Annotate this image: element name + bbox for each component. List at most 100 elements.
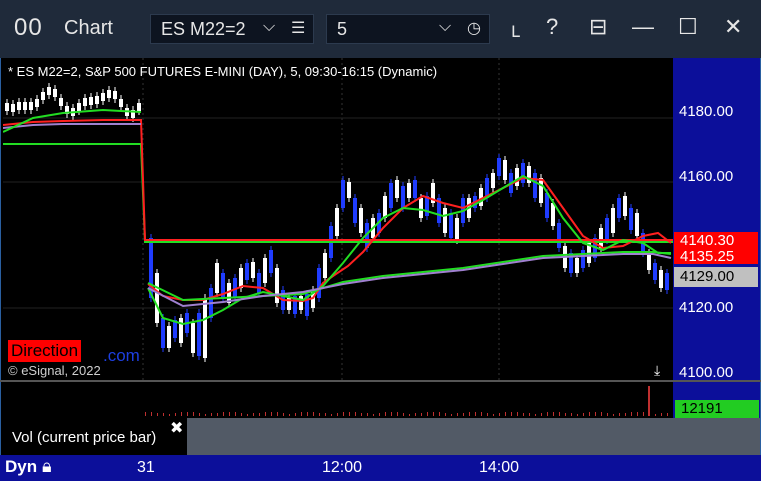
volume-bar bbox=[349, 412, 350, 416]
time-axis-label: 31 bbox=[137, 459, 155, 476]
volume-bar bbox=[343, 412, 344, 416]
close-study-icon[interactable]: ✖ bbox=[170, 418, 183, 438]
volume-bar bbox=[607, 413, 608, 416]
symbol-combo[interactable]: ES M22=2 ⌵ ☰ bbox=[150, 14, 314, 44]
link-icon[interactable]: ᒪ bbox=[511, 22, 520, 42]
price-chart[interactable] bbox=[2, 58, 673, 380]
volume-bar bbox=[325, 413, 326, 416]
volume-bar bbox=[619, 413, 620, 416]
list-icon[interactable]: ☰ bbox=[291, 18, 305, 38]
interval-combo[interactable]: 5 ⌵ ◷ bbox=[326, 14, 490, 44]
volume-bar bbox=[379, 413, 380, 416]
volume-bar bbox=[547, 412, 548, 416]
symbol-value: ES M22=2 bbox=[161, 19, 246, 39]
volume-bar bbox=[373, 414, 374, 416]
volume-label-panel: Vol (current price bar) ✖ bbox=[3, 418, 187, 455]
purple-line-left bbox=[2, 123, 141, 129]
volume-bar bbox=[157, 413, 158, 416]
volume-bar bbox=[211, 413, 212, 416]
volume-bar bbox=[661, 413, 662, 416]
close-icon[interactable]: ✕ bbox=[724, 14, 742, 40]
volume-bar bbox=[217, 413, 218, 416]
volume-bar bbox=[409, 414, 410, 416]
volume-bar bbox=[589, 412, 590, 416]
volume-bar bbox=[337, 413, 338, 416]
volume-bar bbox=[451, 414, 452, 416]
volume-bar bbox=[301, 412, 302, 416]
volume-bar bbox=[355, 412, 356, 416]
volume-bar bbox=[499, 413, 500, 416]
chart-description: * ES M22=2, S&P 500 FUTURES E-MINI (DAY)… bbox=[8, 64, 438, 79]
chevron-down-icon[interactable]: ⌵ bbox=[439, 18, 451, 36]
volume-bar bbox=[391, 412, 392, 416]
volume-bar bbox=[199, 413, 200, 416]
volume-value-tag: 12191 bbox=[675, 400, 759, 418]
volume-bar bbox=[469, 412, 470, 416]
volume-bar bbox=[295, 413, 296, 416]
volume-bar bbox=[535, 414, 536, 416]
volume-bar bbox=[247, 414, 248, 416]
volume-pane[interactable] bbox=[3, 382, 673, 418]
volume-bar bbox=[415, 413, 416, 416]
legend-panel bbox=[187, 418, 760, 455]
volume-bar bbox=[457, 413, 458, 416]
maximize-icon[interactable]: ☐ bbox=[678, 14, 698, 40]
volume-bar bbox=[397, 412, 398, 416]
price-axis-label: 4100.00 bbox=[679, 364, 734, 381]
volume-bar bbox=[403, 413, 404, 416]
lock-icon[interactable]: 🔒︎ bbox=[42, 456, 52, 477]
chevron-down-icon[interactable]: ⌵ bbox=[263, 18, 275, 36]
volume-bar bbox=[265, 412, 266, 416]
help-icon[interactable]: ? bbox=[546, 14, 558, 40]
volume-bar bbox=[289, 414, 290, 416]
time-axis-label: 14:00 bbox=[479, 459, 520, 476]
volume-bars bbox=[145, 386, 668, 416]
volume-bar bbox=[667, 413, 668, 416]
volume-bar bbox=[541, 413, 542, 416]
last-price-tag: 4129.00 bbox=[674, 267, 758, 287]
volume-bar bbox=[655, 414, 656, 416]
volume-bar bbox=[613, 414, 614, 416]
volume-bar bbox=[559, 412, 560, 416]
volume-bar bbox=[433, 412, 434, 416]
time-axis[interactable] bbox=[0, 455, 761, 481]
volume-bar bbox=[487, 413, 488, 416]
volume-bar bbox=[439, 412, 440, 416]
volume-bar bbox=[367, 413, 368, 416]
volume-bar bbox=[511, 412, 512, 416]
volume-bar bbox=[505, 412, 506, 416]
volume-bar bbox=[319, 413, 320, 416]
volume-bar bbox=[553, 412, 554, 416]
minimize-icon[interactable]: — bbox=[632, 14, 654, 40]
volume-bar bbox=[307, 412, 308, 416]
volume-bar bbox=[445, 413, 446, 416]
jump-to-latest-icon[interactable]: ⤓ bbox=[654, 362, 660, 379]
dynamic-mode-label[interactable]: Dyn bbox=[5, 457, 37, 477]
time-axis-label: 12:00 bbox=[322, 459, 363, 476]
volume-bar bbox=[481, 412, 482, 416]
volume-bar bbox=[601, 412, 602, 416]
volume-bar bbox=[145, 412, 146, 416]
volume-bar bbox=[205, 414, 206, 416]
copyright-text: © eSignal, 2022 bbox=[8, 363, 101, 378]
window-title: Chart bbox=[64, 17, 113, 39]
volume-bar bbox=[427, 412, 428, 416]
volume-bar bbox=[259, 413, 260, 416]
volume-bar bbox=[385, 412, 386, 416]
interval-value: 5 bbox=[337, 19, 348, 39]
template-icon[interactable]: ⊟ bbox=[589, 14, 607, 40]
volume-bar bbox=[175, 413, 176, 416]
clock-icon[interactable]: ◷ bbox=[467, 18, 481, 38]
volume-bar bbox=[253, 413, 254, 416]
price-axis-label: 4120.00 bbox=[679, 299, 734, 316]
volume-canvas bbox=[145, 386, 668, 416]
price-tag-red-2: 4135.25 bbox=[674, 249, 758, 264]
price-tag-red: 4140.30 bbox=[674, 232, 758, 249]
volume-bar bbox=[235, 412, 236, 416]
chart-canvas bbox=[2, 58, 673, 380]
volume-bar bbox=[361, 413, 362, 416]
direction-dotcom: .com bbox=[103, 346, 140, 365]
volume-bar bbox=[648, 386, 650, 416]
volume-bar bbox=[595, 412, 596, 416]
volume-bar bbox=[163, 413, 164, 416]
